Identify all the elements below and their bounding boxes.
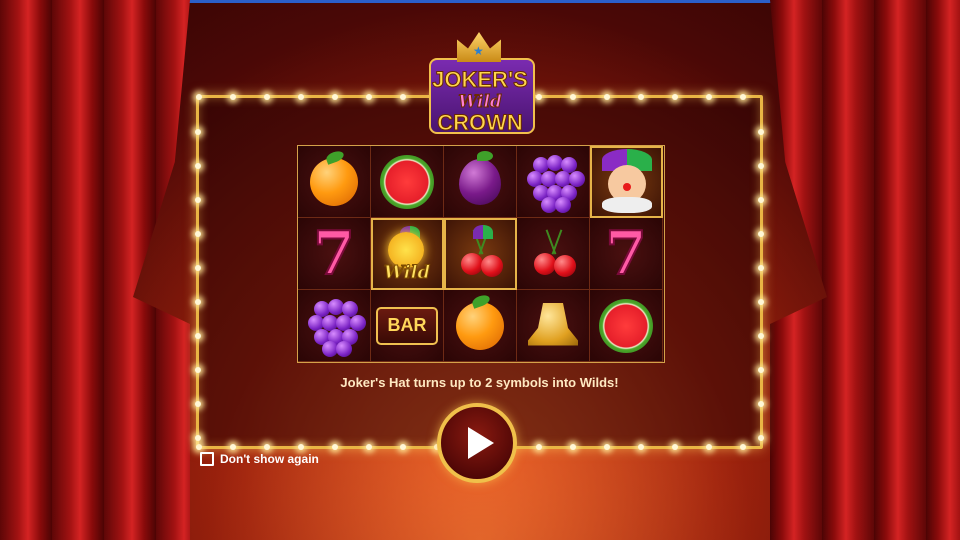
bell-icon bbox=[528, 303, 578, 346]
dont-show-checkbox[interactable] bbox=[200, 452, 214, 466]
marquee-bulb bbox=[366, 94, 372, 100]
cherries-icon bbox=[528, 228, 578, 279]
marquee-bulb bbox=[230, 94, 236, 100]
marquee-bulb bbox=[196, 94, 202, 100]
marquee-bulb bbox=[570, 94, 576, 100]
marquee-bulb bbox=[758, 129, 764, 135]
marquee-bulb bbox=[264, 444, 270, 450]
dont-show-label: Don't show again bbox=[220, 452, 319, 466]
marquee-bulb bbox=[758, 333, 764, 339]
grapes-icon bbox=[525, 153, 585, 213]
marquee-bulb bbox=[366, 444, 372, 450]
marquee-bulb bbox=[195, 401, 201, 407]
marquee-bulb bbox=[604, 94, 610, 100]
marquee-bulb bbox=[332, 94, 338, 100]
marquee-bulb bbox=[758, 265, 764, 271]
marquee-bulb bbox=[758, 435, 764, 441]
marquee-bulb bbox=[740, 444, 746, 450]
wild-label: Wild bbox=[383, 261, 431, 283]
watermelon-icon bbox=[599, 298, 653, 353]
reel-cell bbox=[371, 146, 444, 218]
logo-line-3: CROWN bbox=[437, 110, 524, 136]
seven-icon: 7 bbox=[312, 218, 356, 289]
marquee-bulb bbox=[758, 231, 764, 237]
reel-cell bbox=[444, 290, 517, 362]
reel-cell bbox=[444, 218, 517, 290]
marquee-bulb bbox=[400, 444, 406, 450]
marquee-bulb bbox=[195, 299, 201, 305]
marquee-bulb bbox=[195, 231, 201, 237]
plum-icon bbox=[459, 150, 501, 205]
logo-line-2: Wild bbox=[458, 92, 503, 113]
marquee-bulb bbox=[672, 444, 678, 450]
orange-icon bbox=[456, 301, 504, 350]
marquee-bulb bbox=[536, 444, 542, 450]
marquee-bulb bbox=[195, 197, 201, 203]
marquee-bulb bbox=[230, 444, 236, 450]
reel-cell bbox=[298, 146, 371, 218]
seven-icon: 7 bbox=[604, 218, 648, 289]
joker-icon bbox=[596, 148, 656, 215]
marquee-bulb bbox=[758, 163, 764, 169]
marquee-bulb bbox=[758, 197, 764, 203]
marquee-bulb bbox=[264, 94, 270, 100]
marquee-bulb bbox=[604, 444, 610, 450]
reel-cell bbox=[517, 146, 590, 218]
game-logo: ★ JOKER'S Wild CROWN bbox=[425, 32, 535, 140]
reel-cell: 7 bbox=[590, 218, 663, 290]
reel-cell bbox=[517, 218, 590, 290]
reel-cell: BAR bbox=[371, 290, 444, 362]
reel-cell bbox=[590, 146, 663, 218]
wild-cherries-icon bbox=[455, 224, 505, 279]
marquee-bulb bbox=[638, 94, 644, 100]
play-icon bbox=[468, 427, 494, 459]
marquee-bulb bbox=[638, 444, 644, 450]
reel-cell bbox=[444, 146, 517, 218]
reel-cell: Wild bbox=[371, 218, 444, 290]
marquee-bulb bbox=[740, 94, 746, 100]
marquee-bulb bbox=[758, 401, 764, 407]
marquee-bulb bbox=[298, 444, 304, 450]
marquee-bulb bbox=[672, 94, 678, 100]
star-icon: ★ bbox=[473, 44, 484, 58]
marquee-bulb bbox=[332, 444, 338, 450]
marquee-bulb bbox=[195, 129, 201, 135]
marquee-bulb bbox=[400, 94, 406, 100]
reel-cell: 7 bbox=[298, 218, 371, 290]
play-button[interactable] bbox=[437, 403, 517, 483]
marquee-bulb bbox=[706, 94, 712, 100]
feature-description: Joker's Hat turns up to 2 symbols into W… bbox=[340, 375, 619, 390]
marquee-bulb bbox=[536, 94, 542, 100]
marquee-bulb bbox=[195, 265, 201, 271]
marquee-bulb bbox=[570, 444, 576, 450]
watermelon-icon bbox=[380, 154, 434, 209]
marquee-bulb bbox=[196, 444, 202, 450]
reel-cell bbox=[590, 290, 663, 362]
orange-icon bbox=[310, 157, 358, 206]
marquee-bulb bbox=[758, 299, 764, 305]
marquee-bulb bbox=[195, 163, 201, 169]
marquee-bulb bbox=[195, 435, 201, 441]
reel-cell bbox=[517, 290, 590, 362]
wild-icon: Wild bbox=[380, 225, 434, 283]
marquee-bulb bbox=[195, 367, 201, 373]
dont-show-again-toggle[interactable]: Don't show again bbox=[200, 452, 319, 466]
logo-line-1: JOKER'S bbox=[432, 67, 529, 93]
grapes-icon bbox=[306, 297, 366, 357]
reel-cell bbox=[298, 290, 371, 362]
marquee-bulb bbox=[298, 94, 304, 100]
reel-grid: 7 Wild 7 BAR bbox=[297, 145, 665, 363]
marquee-bulb bbox=[706, 444, 712, 450]
marquee-bulb bbox=[195, 333, 201, 339]
marquee-bulb bbox=[758, 367, 764, 373]
bar-icon: BAR bbox=[376, 306, 438, 345]
